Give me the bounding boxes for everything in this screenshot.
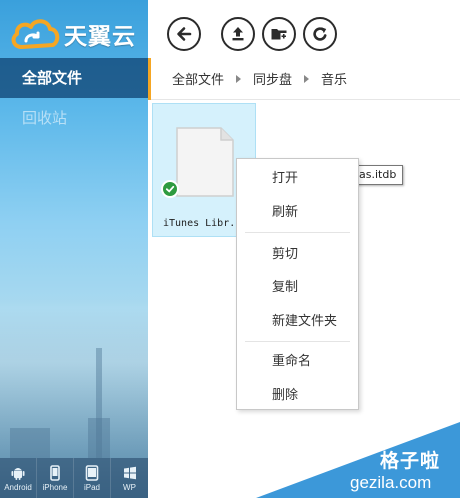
- windows-phone-icon: [123, 466, 136, 479]
- device-label: iPhone: [42, 482, 68, 492]
- menu-item-rename[interactable]: 重命名: [237, 348, 358, 376]
- device-label: iPad: [83, 482, 100, 492]
- menu-divider: [245, 341, 350, 342]
- sidebar: 天翼云 全部文件 回收站 Android iPhone iPad WP: [0, 0, 148, 498]
- upload-button[interactable]: [221, 17, 255, 51]
- ipad-icon: [85, 464, 99, 481]
- watermark-url: gezila.com: [350, 473, 432, 492]
- breadcrumb-item-all-files[interactable]: 全部文件: [172, 69, 224, 88]
- background-building: [88, 418, 110, 458]
- app-name: 天翼云: [64, 24, 136, 50]
- new-folder-button[interactable]: [262, 17, 296, 51]
- sidebar-item-recycle-bin[interactable]: 回收站: [0, 98, 148, 138]
- arrow-left-icon: [177, 27, 192, 41]
- menu-item-new-folder[interactable]: 新建文件夹: [237, 308, 358, 336]
- context-menu: 打开 刷新 剪切 复制 新建文件夹 重命名 删除: [236, 158, 359, 410]
- device-iphone[interactable]: iPhone: [37, 458, 74, 498]
- refresh-icon: [313, 27, 327, 41]
- menu-item-copy[interactable]: 复制: [237, 274, 358, 302]
- menu-item-cut[interactable]: 剪切: [237, 241, 358, 269]
- chevron-right-icon: [304, 74, 310, 83]
- menu-item-delete[interactable]: 删除: [237, 382, 358, 410]
- breadcrumb: 全部文件 同步盘 音乐: [148, 58, 460, 100]
- document-icon: [176, 127, 234, 197]
- chevron-right-icon: [236, 74, 242, 83]
- menu-item-open[interactable]: 打开: [237, 165, 358, 193]
- cloud-logo-icon: [11, 19, 60, 49]
- sync-check-icon: [161, 180, 179, 198]
- device-wp[interactable]: WP: [111, 458, 148, 498]
- device-android[interactable]: Android: [0, 458, 37, 498]
- upload-icon: [232, 27, 244, 41]
- folder-add-icon: [271, 29, 287, 40]
- device-bar: Android iPhone iPad WP: [0, 458, 148, 498]
- device-label: WP: [123, 482, 136, 492]
- sidebar-item-all-files[interactable]: 全部文件: [0, 58, 148, 98]
- refresh-button[interactable]: [303, 17, 337, 51]
- app-logo: 天翼云: [8, 14, 136, 54]
- device-ipad[interactable]: iPad: [74, 458, 111, 498]
- file-name: iTunes Libr.: [163, 218, 236, 229]
- breadcrumb-item-music[interactable]: 音乐: [321, 69, 347, 88]
- file-name-tooltip: as.itdb: [354, 165, 404, 185]
- menu-item-refresh[interactable]: 刷新: [237, 199, 358, 227]
- breadcrumb-item-sync-drive[interactable]: 同步盘: [253, 69, 292, 88]
- back-button[interactable]: [167, 17, 201, 51]
- iphone-icon: [50, 464, 60, 481]
- watermark-title: 格子啦: [380, 450, 441, 472]
- background-building: [10, 428, 50, 458]
- device-label: Android: [4, 482, 32, 492]
- android-icon: [11, 467, 25, 480]
- menu-divider: [245, 232, 350, 233]
